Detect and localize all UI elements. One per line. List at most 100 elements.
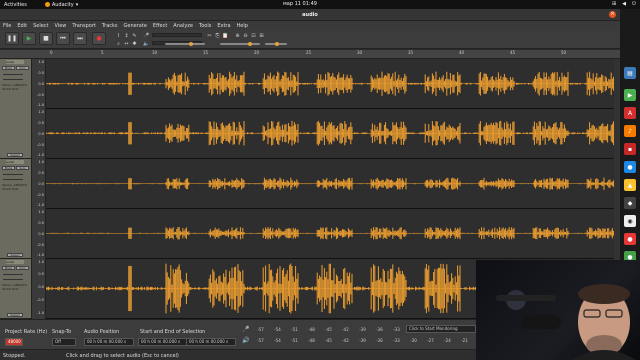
gain-slider[interactable]: [3, 274, 23, 275]
skip-to-start-button[interactable]: ⏮: [56, 32, 70, 45]
system-tray[interactable]: ⊞ ◀ ⏻: [612, 1, 636, 7]
record-icon: ●: [96, 35, 102, 42]
select-button[interactable]: Select: [7, 313, 23, 317]
play-icon: ▶: [26, 35, 32, 42]
files-icon[interactable]: ▤: [624, 67, 636, 79]
menu-view[interactable]: View: [52, 23, 70, 29]
copy-icon[interactable]: ⎘: [214, 32, 221, 39]
track-bitdepth: 32-bit float: [2, 187, 19, 191]
playback-meter-scale[interactable]: -57-54-51-48-45-42-39-36-33-30-27-24-21-…: [252, 336, 490, 344]
skip-to-end-button[interactable]: ⏭: [73, 32, 87, 45]
app-menu[interactable]: Audacity ▾: [44, 2, 78, 8]
menu-select[interactable]: Select: [30, 23, 51, 29]
mute-button[interactable]: Mute: [2, 266, 15, 270]
record-button[interactable]: ●: [92, 32, 106, 45]
selection-end-field[interactable]: 00 h 00 m 00.000 s: [186, 338, 236, 346]
activities-button[interactable]: Activities: [4, 2, 27, 8]
menu-extra[interactable]: Extra: [214, 23, 233, 29]
waveform[interactable]: [46, 59, 614, 159]
draw-tool-icon[interactable]: ✎: [131, 32, 138, 39]
meter-tick: -39: [359, 337, 366, 343]
menu-transport[interactable]: Transport: [69, 23, 98, 29]
gain-slider[interactable]: [3, 174, 23, 175]
track-name-button[interactable]: audio: [6, 60, 24, 64]
track-control-panel[interactable]: audio Mute Solo Stereo, 48000Hz 32-bit f…: [0, 59, 32, 159]
app-icon[interactable]: ▪: [624, 143, 636, 155]
webcam-feed: [496, 284, 636, 360]
selection-tool-icon[interactable]: I: [115, 32, 122, 39]
timeline-ruler[interactable]: 0 5 10 15 20 25 30 35 40 45 50: [0, 50, 620, 59]
close-window-button[interactable]: ×: [609, 11, 616, 18]
mute-button[interactable]: Mute: [2, 166, 15, 170]
audio-track[interactable]: audio Mute Solo Stereo, 48000Hz 32-bit f…: [0, 159, 620, 259]
menu-analyze[interactable]: Analyze: [170, 23, 196, 29]
zoom-out-icon[interactable]: ⊖: [242, 32, 249, 39]
pdf-viewer-icon[interactable]: A: [624, 107, 636, 119]
project-rate-select[interactable]: 48000: [5, 338, 23, 346]
audio-track[interactable]: audio Mute Solo Stereo, 48000Hz 32-bit f…: [0, 59, 620, 159]
fit-project-icon[interactable]: ⊞: [258, 32, 265, 39]
selection-label: Start and End of Selection: [140, 329, 206, 335]
menu-generate[interactable]: Generate: [121, 23, 150, 29]
pan-slider[interactable]: [3, 279, 23, 280]
envelope-tool-icon[interactable]: ↕: [123, 32, 130, 39]
multi-tool-icon[interactable]: ✱: [131, 40, 138, 47]
timeshift-tool-icon[interactable]: ↔: [123, 40, 130, 47]
gnome-top-bar: Activities Audacity ▾ мар 11 01:49 ⊞ ◀ ⏻: [0, 0, 640, 9]
menu-effect[interactable]: Effect: [150, 23, 170, 29]
menu-edit[interactable]: Edit: [14, 23, 30, 29]
skip-end-icon: ⏭: [77, 34, 83, 42]
menu-tools[interactable]: Tools: [196, 23, 214, 29]
pan-slider[interactable]: [3, 79, 23, 80]
meter-tick: -51: [291, 337, 298, 343]
mic-icon: 🎤: [143, 32, 150, 39]
audio-position-label: Audio Position: [84, 329, 120, 335]
solo-button[interactable]: Solo: [16, 166, 29, 170]
meter-tick: -30: [410, 337, 417, 343]
playback-volume-slider[interactable]: [220, 42, 260, 46]
track-name-button[interactable]: audio: [6, 260, 24, 264]
terminal-icon[interactable]: ▶: [624, 89, 636, 101]
pause-button[interactable]: ❚❚: [5, 32, 19, 45]
clock[interactable]: мар 11 01:49: [283, 1, 317, 7]
select-button[interactable]: Select: [7, 253, 23, 257]
playback-speed-slider[interactable]: [265, 42, 287, 46]
solo-button[interactable]: Solo: [16, 66, 29, 70]
snap-to-label: Snap-To: [52, 329, 72, 335]
gain-slider[interactable]: [3, 74, 23, 75]
meter-tick: -36: [376, 337, 383, 343]
play-button[interactable]: ▶: [22, 32, 36, 45]
solo-button[interactable]: Solo: [16, 266, 29, 270]
app-icon[interactable]: ▲: [624, 179, 636, 191]
fit-selection-icon[interactable]: ⊡: [250, 32, 257, 39]
track-control-panel[interactable]: audio Mute Solo Stereo, 48000Hz 32-bit f…: [0, 159, 32, 259]
start-monitoring-button[interactable]: Click to Start Monitoring: [406, 325, 476, 333]
track-control-panel[interactable]: audio Mute Solo Stereo, 48000Hz 32-bit f…: [0, 259, 32, 319]
cut-icon[interactable]: ✂: [206, 32, 213, 39]
mute-button[interactable]: Mute: [2, 66, 15, 70]
menu-tracks[interactable]: Tracks: [99, 23, 121, 29]
app-icon[interactable]: ◆: [624, 197, 636, 209]
selection-start-field[interactable]: 00 h 00 m 00.000 s: [138, 338, 188, 346]
menu-help[interactable]: Help: [234, 23, 251, 29]
select-button[interactable]: Select: [7, 153, 23, 157]
pan-slider[interactable]: [3, 179, 23, 180]
track-bitdepth: 32-bit float: [2, 287, 19, 291]
power-icon: ⏻: [632, 1, 636, 7]
snap-to-select[interactable]: Off: [52, 338, 76, 346]
zoom-in-icon[interactable]: ⊕: [234, 32, 241, 39]
stop-button[interactable]: ■: [39, 32, 53, 45]
audio-position-field[interactable]: 00 h 00 m 00.000 s: [84, 338, 134, 346]
paste-icon[interactable]: 📋: [222, 32, 229, 39]
record-volume-slider[interactable]: [165, 42, 205, 46]
audacity-dock-icon[interactable]: ♪: [624, 125, 636, 137]
zoom-tool-icon[interactable]: ⌕: [115, 40, 122, 47]
app-icon[interactable]: ●: [624, 233, 636, 245]
menu-file[interactable]: File: [0, 23, 14, 29]
app-icon[interactable]: ●: [624, 161, 636, 173]
record-meter[interactable]: [152, 33, 202, 37]
waveform[interactable]: [46, 159, 614, 259]
ruler-tick: 10: [152, 50, 158, 55]
app-icon[interactable]: ◉: [624, 215, 636, 227]
track-name-button[interactable]: audio: [6, 160, 24, 164]
